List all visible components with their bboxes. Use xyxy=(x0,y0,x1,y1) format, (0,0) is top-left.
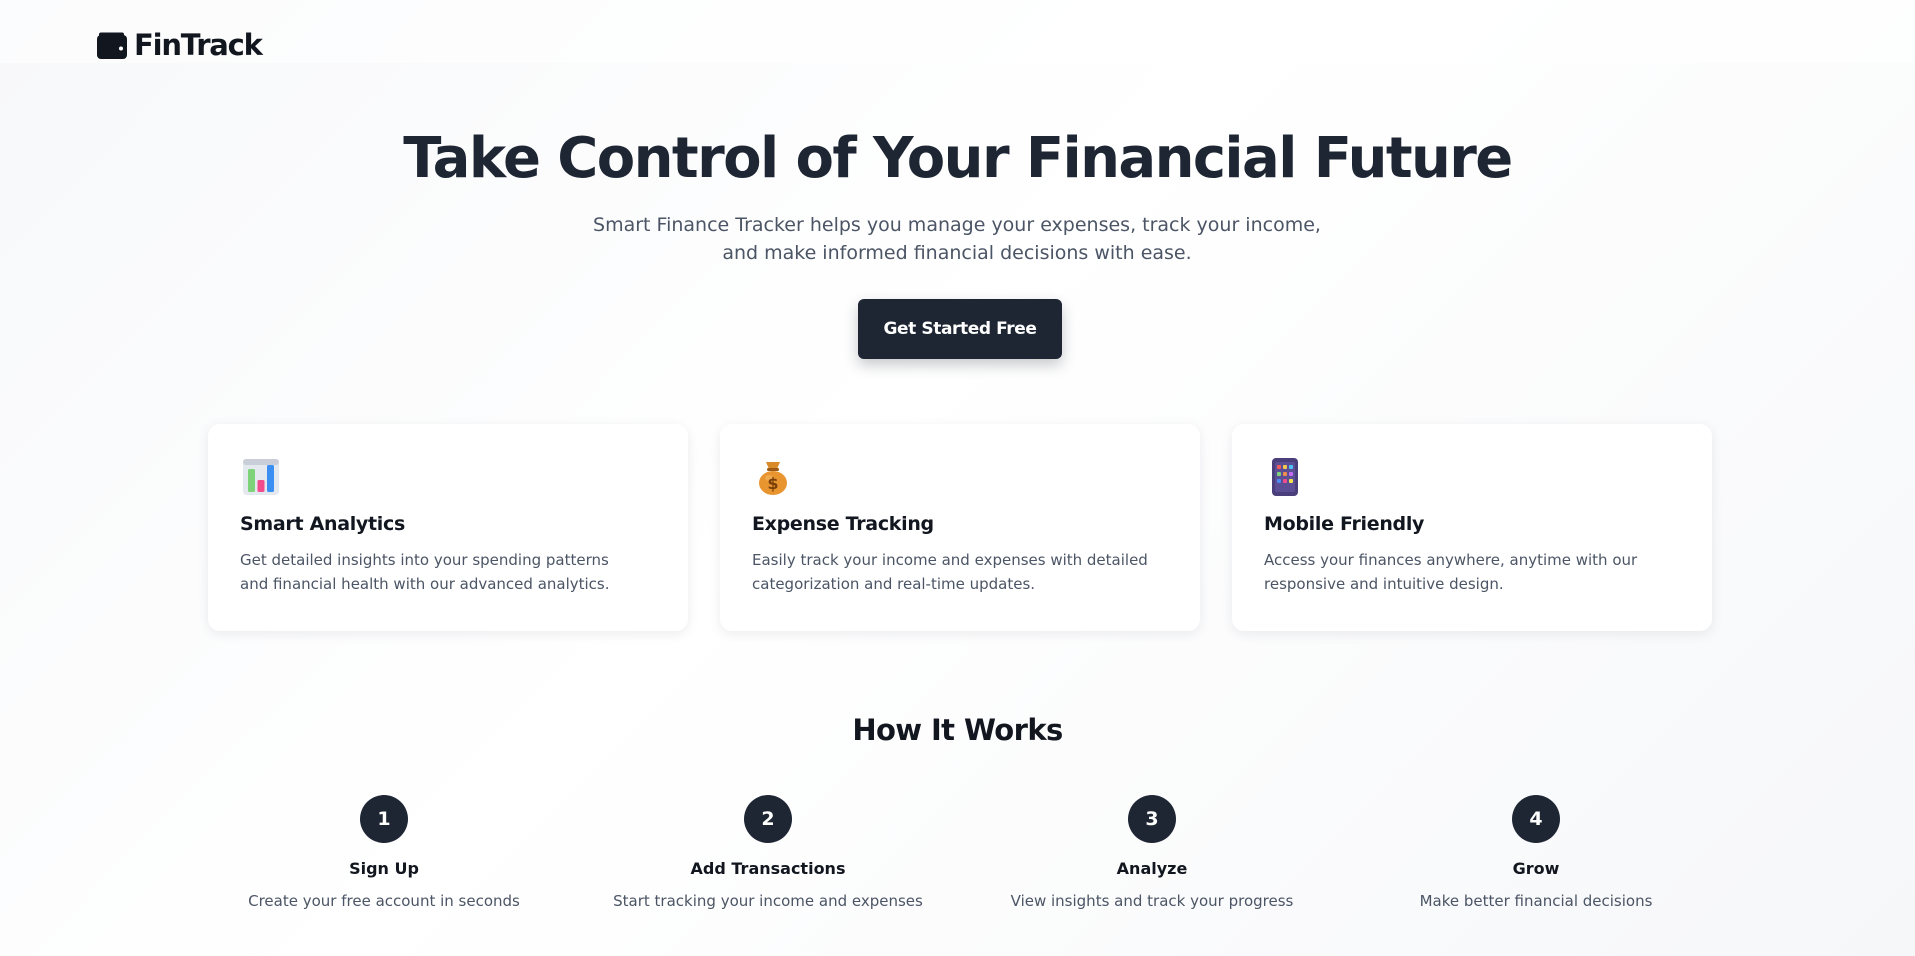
feature-title: Smart Analytics xyxy=(240,513,405,535)
step-description: Start tracking your income and expenses xyxy=(613,892,923,910)
mobile-phone-icon xyxy=(1272,458,1298,496)
svg-text:$: $ xyxy=(767,474,778,493)
feature-title: Mobile Friendly xyxy=(1264,513,1425,535)
step-number-badge: 2 xyxy=(744,795,792,843)
feature-card-smart-analytics: Smart Analytics Get detailed insights in… xyxy=(208,424,688,631)
brand-logo[interactable]: FinTrack xyxy=(96,28,263,62)
feature-description: Get detailed insights into your spending… xyxy=(240,551,610,593)
step-number-badge: 4 xyxy=(1512,795,1560,843)
step-grow: 4 Grow Make better financial decisions xyxy=(1346,795,1726,912)
step-title: Sign Up xyxy=(349,859,419,878)
brand-name: FinTrack xyxy=(134,28,263,62)
money-bag-icon: $ xyxy=(759,462,787,495)
step-title: Add Transactions xyxy=(690,859,846,878)
step-analyze: 3 Analyze View insights and track your p… xyxy=(962,795,1342,912)
step-title: Analyze xyxy=(1116,859,1188,878)
feature-card-expense-tracking: $ Expense Tracking Easily track your inc… xyxy=(720,424,1200,631)
how-it-works-title: How It Works xyxy=(852,713,1063,747)
feature-card-mobile-friendly: Mobile Friendly Access your finances any… xyxy=(1232,424,1712,631)
feature-title: Expense Tracking xyxy=(752,513,934,535)
feature-description: Easily track your income and expenses wi… xyxy=(752,551,1148,593)
hero-title: Take Control of Your Financial Future xyxy=(403,126,1513,191)
step-description: Make better financial decisions xyxy=(1419,892,1653,910)
step-sign-up: 1 Sign Up Create your free account in se… xyxy=(194,795,574,912)
step-title: Grow xyxy=(1512,859,1560,878)
step-number-badge: 3 xyxy=(1128,795,1176,843)
step-number-badge: 1 xyxy=(360,795,408,843)
step-add-transactions: 2 Add Transactions Start tracking your i… xyxy=(578,795,958,912)
hero-subtitle-line-1: Smart Finance Tracker helps you manage y… xyxy=(593,214,1321,236)
get-started-button[interactable]: Get Started Free xyxy=(858,299,1062,359)
site-header: FinTrack xyxy=(0,0,1915,63)
hero-subtitle-line-2: and make informed financial decisions wi… xyxy=(722,242,1192,264)
bar-chart-icon xyxy=(243,459,279,495)
step-description: Create your free account in seconds xyxy=(248,892,520,910)
wallet-icon xyxy=(97,32,127,59)
step-description: View insights and track your progress xyxy=(1010,892,1294,910)
feature-description: Access your finances anywhere, anytime w… xyxy=(1264,551,1638,593)
hero-subtitle: Smart Finance Tracker helps you manage y… xyxy=(557,211,1357,267)
